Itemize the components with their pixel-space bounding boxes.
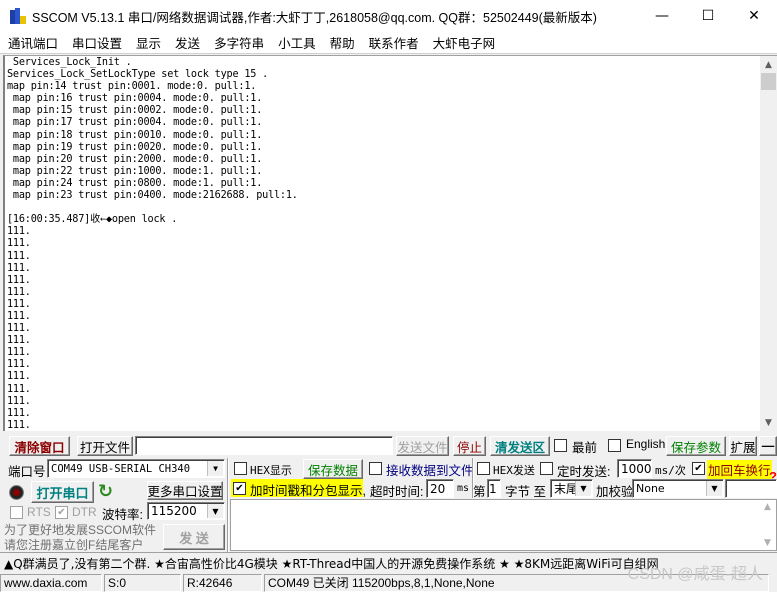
receive-text: Services_Lock_Init . Services_Lock_SetLo… xyxy=(7,57,298,431)
window-title: SSCOM V5.13.1 串口/网络数据调试器,作者:大虾丁丁,2618058… xyxy=(32,10,597,25)
send-file-button[interactable]: 发送文件 xyxy=(396,436,449,456)
english-label: English xyxy=(626,437,666,451)
clear-window-button[interactable]: 清除窗口 xyxy=(9,436,70,456)
byte-from-label: 第 xyxy=(473,485,486,499)
menu-contact-author[interactable]: 联系作者 xyxy=(361,33,425,52)
timed-unit-label: ms/次 xyxy=(655,464,686,477)
hex-display-label: HEX显示 xyxy=(250,464,292,477)
refresh-icon[interactable]: ↻ xyxy=(98,482,113,502)
hex-send-checkbox[interactable] xyxy=(477,462,490,475)
send-scrollbar[interactable]: ▲ ▼ xyxy=(759,500,776,550)
promo-text[interactable]: 为了更好地发展SSCOM软件 请您注册嘉立创F结尾客户 xyxy=(4,523,156,553)
open-file-button[interactable]: 打开文件 xyxy=(77,436,133,456)
baud-rate-label: 波特率: xyxy=(102,508,143,522)
clear-send-label: 清发送区 xyxy=(494,440,545,455)
menu-serial-settings[interactable]: 串口设置 xyxy=(64,33,128,52)
menu-bar: 通讯端口 串口设置 显示 发送 多字符串 小工具 帮助 联系作者 大虾电子网 xyxy=(0,32,777,54)
byte-to-select[interactable]: 末尾 ▼ xyxy=(550,479,593,498)
port-select[interactable]: COM49 USB-SERIAL CH340 ▼ xyxy=(47,459,225,478)
menu-send[interactable]: 发送 xyxy=(167,33,206,52)
app-icon xyxy=(10,8,26,24)
open-port-label: 打开串口 xyxy=(36,485,89,501)
hex-display-checkbox[interactable] xyxy=(234,462,247,475)
close-button[interactable]: ✕ xyxy=(731,0,777,32)
send-textarea[interactable]: ▲ ▼ xyxy=(230,499,777,551)
send-scroll-down-icon[interactable]: ▼ xyxy=(759,538,776,548)
english-checkbox[interactable] xyxy=(608,439,621,452)
clear-window-label: 清除窗口 xyxy=(14,440,65,455)
hex-send-label: HEX发送 xyxy=(493,464,535,477)
timestamp-checkbox[interactable]: ✔ xyxy=(233,482,246,495)
recv-to-file-label[interactable]: 接收数据到文件 xyxy=(386,460,474,479)
port-value: COM49 USB-SERIAL CH340 xyxy=(51,462,191,475)
title-bar: SSCOM V5.13.1 串口/网络数据调试器,作者:大虾丁丁,2618058… xyxy=(0,0,777,32)
menu-multi-string[interactable]: 多字符串 xyxy=(206,33,270,52)
timeout-label: 超时时间: xyxy=(370,485,424,499)
expand-button[interactable]: 扩展 xyxy=(729,436,757,456)
byte-from-input[interactable]: 1 xyxy=(487,479,501,498)
recv-to-file-checkbox[interactable] xyxy=(369,462,382,475)
menu-daxia-website[interactable]: 大虾电子网 xyxy=(425,33,502,52)
open-port-button[interactable]: 打开串口 xyxy=(31,481,94,503)
add-crlf-label: 加回车换行 xyxy=(707,460,772,479)
stop-button[interactable]: 停止 xyxy=(453,436,486,456)
send-scroll-up-icon[interactable]: ▲ xyxy=(759,502,776,512)
save-data-label: 保存数据 xyxy=(307,463,358,478)
baud-rate-select[interactable]: 115200 ▼ xyxy=(147,502,225,520)
status-website[interactable]: www.daxia.com xyxy=(0,574,102,592)
byte-to-label: 字节 至 xyxy=(505,485,546,499)
send-button[interactable]: 发 送 xyxy=(163,524,225,550)
byte-to-dropdown-icon[interactable]: ▼ xyxy=(575,481,591,496)
menu-help[interactable]: 帮助 xyxy=(322,33,361,52)
menu-comm-port[interactable]: 通讯端口 xyxy=(0,33,64,52)
status-sent-count: S:0 xyxy=(104,574,181,592)
file-path-input[interactable] xyxy=(135,436,393,455)
checksum-label: 加校验 xyxy=(596,485,634,499)
port-label: 端口号 xyxy=(8,465,46,479)
port-status-led-icon xyxy=(9,485,24,500)
timed-send-checkbox[interactable] xyxy=(540,462,553,475)
checksum-result-field xyxy=(725,479,777,498)
timed-interval-input[interactable]: 1000 xyxy=(617,459,652,478)
save-params-button[interactable]: 保存参数 xyxy=(666,436,726,456)
minimize-button[interactable]: — xyxy=(639,0,685,32)
clear-send-button[interactable]: 清发送区 xyxy=(490,436,550,456)
topmost-label: 最前 xyxy=(572,441,598,455)
watermark: CSDN @咸蛋-超人 xyxy=(627,566,763,583)
checksum-dropdown-icon[interactable]: ▼ xyxy=(706,481,722,496)
receive-area[interactable]: Services_Lock_Init . Services_Lock_SetLo… xyxy=(3,55,777,431)
baud-rate-value: 115200 xyxy=(151,504,197,518)
baud-dropdown-icon[interactable]: ▼ xyxy=(207,504,223,518)
scroll-up-icon[interactable]: ▲ xyxy=(760,56,777,73)
checksum-select[interactable]: None ▼ xyxy=(632,479,724,498)
timeout-input[interactable]: 20 xyxy=(426,479,454,498)
save-data-button[interactable]: 保存数据 xyxy=(303,459,363,479)
save-params-label: 保存参数 xyxy=(670,440,721,455)
scroll-down-icon[interactable]: ▼ xyxy=(760,414,777,431)
timestamp-label: 加时间戳和分包显示, xyxy=(250,484,366,498)
more-serial-settings-button[interactable]: 更多串口设置 xyxy=(147,481,223,500)
topmost-checkbox[interactable] xyxy=(554,439,567,452)
panel-divider xyxy=(227,458,229,552)
menu-display[interactable]: 显示 xyxy=(128,33,167,52)
menu-tools[interactable]: 小工具 xyxy=(270,33,322,52)
rts-checkbox[interactable] xyxy=(10,506,23,519)
port-dropdown-icon[interactable]: ▼ xyxy=(207,461,223,476)
dtr-checkbox[interactable]: ✔ xyxy=(55,506,68,519)
timeout-unit: ms xyxy=(457,483,470,494)
checksum-value: None xyxy=(636,482,665,495)
status-received-count: R:42646 xyxy=(183,574,262,592)
ad-text[interactable]: ▲Q群满员了,没有第二个群. ★合宙高性价比4G模块 ★RT-Thread中国人… xyxy=(4,555,659,572)
add-crlf-checkbox[interactable]: ✔ xyxy=(692,462,705,475)
scroll-thumb[interactable] xyxy=(761,73,776,90)
stop-label: 停止 xyxy=(456,440,482,455)
receive-scrollbar[interactable]: ▲ ▼ xyxy=(760,56,777,431)
timed-send-label: 定时发送: xyxy=(557,465,611,479)
rts-label: RTS xyxy=(27,505,51,519)
dtr-label: DTR xyxy=(72,505,97,519)
maximize-button[interactable]: ☐ xyxy=(685,0,731,32)
collapse-button[interactable]: — xyxy=(759,436,777,456)
